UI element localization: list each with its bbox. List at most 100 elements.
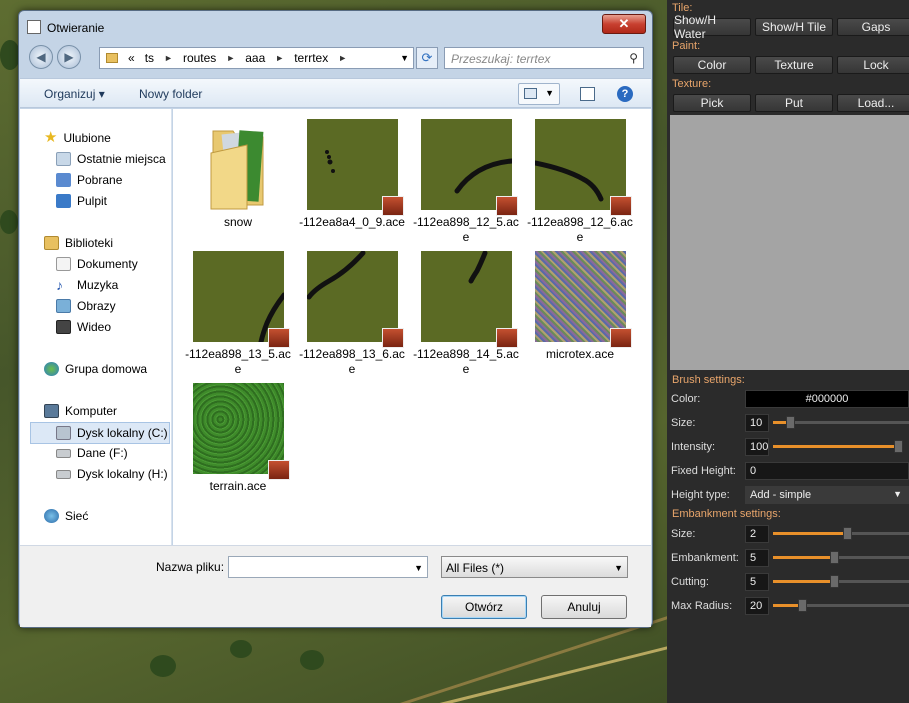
preview-pane-icon[interactable] — [580, 87, 595, 101]
chevron-down-icon: ▼ — [893, 489, 902, 499]
breadcrumb-ts[interactable]: ts — [145, 51, 154, 65]
nav-libraries[interactable]: Biblioteki — [44, 236, 113, 250]
show-hide-tile-button[interactable]: Show/H Tile — [755, 18, 833, 36]
max-radius-field[interactable]: 20 — [745, 597, 769, 615]
chevron-down-icon: ▼ — [614, 563, 623, 573]
nav-downloads[interactable]: Pobrane — [56, 173, 122, 187]
open-file-dialog: Otwieranie ✕ ◀ ▶ « ts ► routes ► aaa ► t… — [18, 10, 653, 628]
new-folder-button[interactable]: Nowy folder — [139, 87, 202, 101]
close-button[interactable]: ✕ — [602, 14, 646, 34]
height-type-select[interactable]: Add - simple ▼ — [745, 486, 909, 504]
height-type-value: Add - simple — [750, 489, 812, 501]
organize-button[interactable]: Organizuj ▾ — [44, 87, 105, 101]
size-field[interactable]: 10 — [745, 414, 769, 432]
file-name: -112ea898_12_6.ace — [527, 215, 633, 244]
search-icon[interactable]: ⚲ — [629, 51, 638, 65]
libraries-icon — [44, 236, 59, 250]
breadcrumb-routes[interactable]: routes — [183, 51, 216, 65]
chevron-down-icon[interactable]: ▼ — [414, 563, 423, 573]
max-radius-slider-handle[interactable] — [798, 599, 807, 612]
file-type-select[interactable]: All Files (*) ▼ — [441, 556, 628, 578]
max-radius-slider[interactable] — [773, 599, 909, 612]
texture-put-button[interactable]: Put — [755, 94, 833, 112]
file-item[interactable]: -112ea898_13_6.ace — [297, 250, 407, 377]
nav-pictures[interactable]: Obrazy — [56, 299, 116, 313]
cancel-button[interactable]: Anuluj — [541, 595, 627, 619]
editor-side-panel: Tile: Show/H Water Show/H Tile Gaps Pain… — [667, 0, 909, 703]
color-field[interactable]: #000000 — [745, 390, 909, 408]
emb-size-field[interactable]: 2 — [745, 525, 769, 543]
nav-videos[interactable]: Wideo — [56, 320, 111, 334]
embankment-slider[interactable] — [773, 551, 909, 564]
nav-favorites[interactable]: ★ Ulubione — [44, 130, 111, 145]
cutting-slider[interactable] — [773, 575, 909, 588]
size-slider-handle[interactable] — [786, 416, 795, 429]
nav-computer[interactable]: Komputer — [44, 404, 117, 418]
breadcrumb-aaa[interactable]: aaa — [245, 51, 265, 65]
file-item[interactable]: -112ea898_12_6.ace — [525, 119, 635, 245]
intensity-field[interactable]: 100 — [745, 438, 769, 456]
breadcrumb-separator[interactable]: ► — [338, 53, 347, 63]
paint-color-button[interactable]: Color — [673, 56, 751, 74]
nav-documents[interactable]: Dokumenty — [56, 257, 138, 271]
size-slider[interactable] — [773, 416, 909, 429]
texture-load-button[interactable]: Load... — [837, 94, 909, 112]
fixed-height-field[interactable]: 0 — [745, 462, 909, 480]
file-item[interactable]: -112ea898_14_5.ace — [411, 250, 521, 377]
paint-texture-button[interactable]: Texture — [755, 56, 833, 74]
address-dropdown-icon[interactable]: ▼ — [400, 53, 409, 63]
nav-recent-places[interactable]: Ostatnie miejsca — [56, 152, 166, 166]
nav-drive-c[interactable]: Dysk lokalny (C:) — [30, 422, 170, 444]
nav-drive-h[interactable]: Dysk lokalny (H:) — [56, 467, 168, 481]
emb-size-slider[interactable] — [773, 527, 909, 540]
fixed-height-label: Fixed Height: — [671, 465, 736, 477]
file-item[interactable]: -112ea8a4_0_9.ace — [297, 119, 407, 230]
pictures-icon — [56, 299, 71, 313]
file-type-value: All Files (*) — [446, 561, 505, 575]
file-list: snow -112ea8a4_0_9.ace -112ea898_12_5.ac… — [173, 109, 651, 545]
downloads-icon — [56, 173, 71, 187]
forward-button[interactable]: ▶ — [57, 45, 81, 69]
file-item[interactable]: microtex.ace — [525, 251, 635, 362]
breadcrumb-separator[interactable]: ► — [226, 53, 235, 63]
breadcrumb-separator[interactable]: ► — [275, 53, 284, 63]
help-icon[interactable]: ? — [617, 86, 633, 102]
file-item[interactable]: snow — [183, 119, 293, 230]
search-input[interactable]: Przeszukaj: terrtex ⚲ — [444, 47, 644, 69]
gaps-button[interactable]: Gaps — [837, 18, 909, 36]
embankment-field[interactable]: 5 — [745, 549, 769, 567]
address-bar[interactable]: « ts ► routes ► aaa ► terrtex ► ▼ — [99, 47, 414, 69]
cutting-slider-handle[interactable] — [830, 575, 839, 588]
change-view-button[interactable]: ▼ — [518, 83, 560, 105]
breadcrumb-overflow[interactable]: « — [128, 51, 135, 65]
drive-icon — [56, 448, 71, 458]
show-hide-water-button[interactable]: Show/H Water — [673, 13, 751, 41]
nav-network[interactable]: Sieć — [44, 509, 88, 523]
embankment-slider-handle[interactable] — [830, 551, 839, 564]
breadcrumb-separator[interactable]: ► — [164, 53, 173, 63]
texture-pick-button[interactable]: Pick — [673, 94, 751, 112]
intensity-slider-handle[interactable] — [894, 440, 903, 453]
file-item[interactable]: -112ea898_12_5.ace — [411, 119, 521, 245]
intensity-slider[interactable] — [773, 440, 903, 453]
breadcrumb-terrtex[interactable]: terrtex — [294, 51, 328, 65]
texture-section-label: Texture: — [672, 78, 712, 90]
recent-places-icon — [56, 152, 71, 166]
chevron-down-icon[interactable]: ▼ — [545, 88, 554, 98]
back-button[interactable]: ◀ — [29, 45, 53, 69]
embankment-label: Embankment: — [671, 552, 739, 564]
cutting-field[interactable]: 5 — [745, 573, 769, 591]
paint-section-label: Paint: — [672, 40, 701, 52]
nav-homegroup[interactable]: Grupa domowa — [44, 362, 147, 376]
emb-size-slider-handle[interactable] — [843, 527, 852, 540]
paint-lock-button[interactable]: Lock — [837, 56, 909, 74]
nav-music[interactable]: ♪ Muzyka — [56, 278, 118, 292]
file-item[interactable]: -112ea898_13_5.ace — [183, 251, 293, 377]
drive-windows-icon — [56, 426, 71, 440]
filename-input[interactable]: ▼ — [228, 556, 428, 578]
open-button[interactable]: Otwórz — [441, 595, 527, 619]
file-item[interactable]: terrain.ace — [183, 383, 293, 494]
nav-drive-f[interactable]: Dane (F:) — [56, 446, 128, 460]
nav-desktop[interactable]: Pulpit — [56, 194, 107, 208]
refresh-button[interactable]: ⟳ — [416, 47, 438, 69]
